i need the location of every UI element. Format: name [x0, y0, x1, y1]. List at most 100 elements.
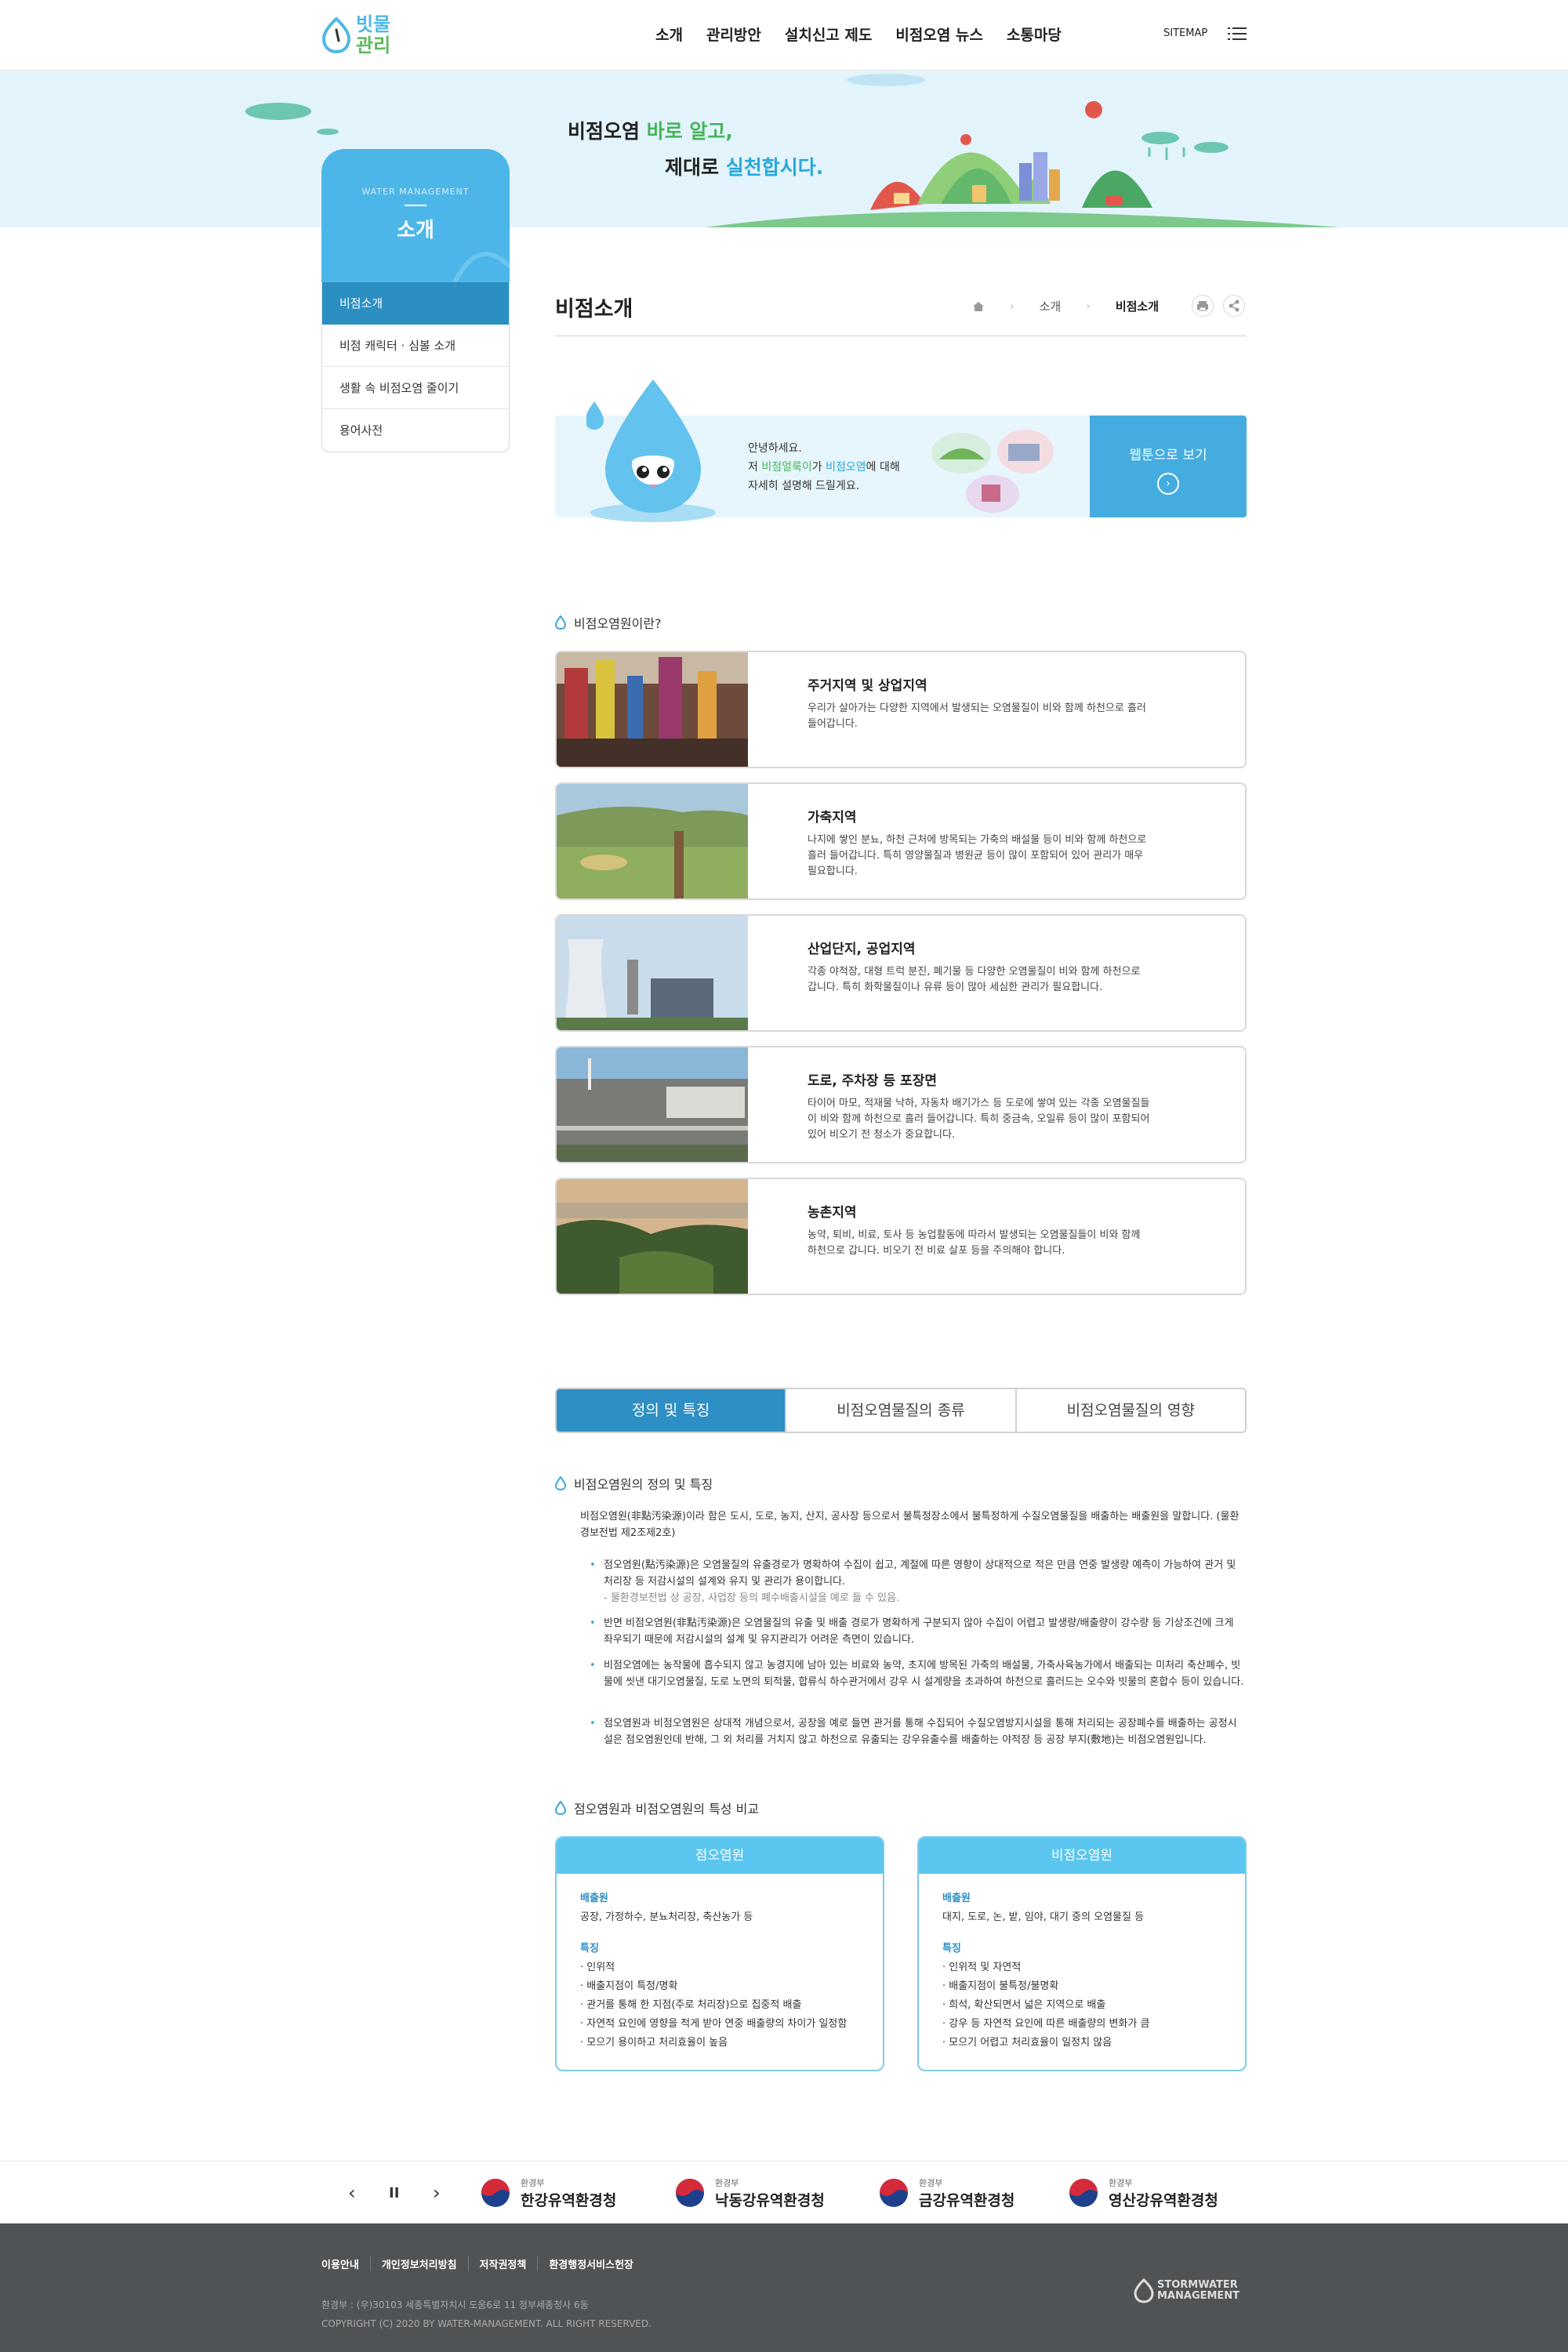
definition-bullet-text: 반면 비점오염원(非點汚染源)은 오염물질의 유출 및 배출 경로가 명확하게 … — [604, 1617, 1234, 1646]
gnb-management[interactable]: 관리방안 — [706, 24, 761, 45]
chevron-right-icon[interactable]: › — [433, 2182, 441, 2204]
source-card: 농촌지역 농약, 퇴비, 비료, 토사 등 농업활동에 따라서 발생되는 오염물… — [555, 1178, 1247, 1295]
source-card: 주거지역 및 상업지역 우리가 살아가는 다양한 지역에서 발생되는 오염물질이… — [555, 651, 1247, 768]
source-card: 가축지역 나지에 쌓인 분뇨, 하천 근처에 방목되는 가축의 배설물 등이 비… — [555, 782, 1247, 900]
hero-line2-b: 실천합시다. — [725, 156, 824, 179]
org-name: 금강유역환경청 — [919, 2191, 1015, 2209]
water-drop-logo-icon — [1134, 2278, 1154, 2303]
mascot-water-drop-icon — [586, 379, 716, 522]
related-org-link[interactable]: 환경부 한강유역환경청 — [480, 2177, 616, 2209]
home-icon[interactable] — [972, 301, 985, 312]
tab-definition[interactable]: 정의 및 특징 — [557, 1389, 787, 1432]
lnb-item-character[interactable]: 비점 캐릭터 · 심볼 소개 — [322, 325, 509, 367]
footer-link-privacy[interactable]: 개인정보처리방침 — [369, 2256, 468, 2271]
org-ministry: 환경부 — [715, 2177, 739, 2188]
feature-item: · 배출지점이 특정/명확 — [580, 1980, 678, 1992]
feature-item: · 모으기 어렵고 처리효율이 일정치 않음 — [942, 2037, 1112, 2049]
hero-illustration — [245, 74, 1341, 227]
banner-line2-e: 에 대해 — [866, 461, 900, 474]
definition-bullet: 반면 비점오염원(非點汚染源)은 오염물질의 유출 및 배출 경로가 명확하게 … — [590, 1615, 1245, 1648]
point-source-box: 점오염원 배출원 공장, 가정하수, 분뇨처리장, 축산농가 등 특징 · 인위… — [555, 1836, 884, 2071]
related-org-link[interactable]: 환경부 낙동강유역환경청 — [674, 2177, 825, 2209]
lnb-menu: 비점소개 비점 캐릭터 · 심볼 소개 생활 속 비점오염 줄이기 용어사전 — [321, 282, 510, 452]
feature-item: · 배출지점이 불특정/불명확 — [942, 1980, 1059, 1992]
related-org-link[interactable]: 환경부 영산강유역환경청 — [1068, 2177, 1218, 2209]
feature-item: · 관거를 통해 한 지점(주로 처리장)으로 집중적 배출 — [580, 1999, 802, 2011]
source-card-desc: 우리가 살아가는 다양한 지역에서 발생되는 오염물질이 비와 함께 하천으로 … — [808, 702, 1146, 730]
pause-icon[interactable]: II — [389, 2185, 399, 2201]
hero-line1-a: 비점오염 — [568, 120, 647, 143]
lnb-item-dictionary[interactable]: 용어사전 — [322, 409, 509, 452]
residential-area-photo — [557, 652, 748, 767]
definition-intro: 비점오염원(非點汚染源)이라 함은 도시, 도로, 농지, 산지, 공사장 등으… — [580, 1511, 1240, 1539]
page-title: 비점소개 — [555, 297, 633, 321]
source-value: 대지, 도로, 논, 밭, 임야, 대기 중의 오염물질 등 — [942, 1911, 1145, 1923]
site-footer: 이용안내 개인정보처리방침 저작권정책 환경행정서비스헌장 환경부 : (우)3… — [0, 2223, 1568, 2352]
banner-line2: 저 비점얼룩이가 비점오염에 대해 — [748, 458, 900, 477]
content-tabs: 정의 및 특징 비점오염물질의 종류 비점오염물질의 영향 — [555, 1388, 1247, 1433]
hero-slogan-line2: 제대로 실천합시다. — [665, 152, 823, 180]
footer-info: 환경부 : (우)30103 세종특별자치시 도움6로 11 정부세종청사 6동… — [321, 2296, 652, 2333]
footer-links: 이용안내 개인정보처리방침 저작권정책 환경행정서비스헌장 — [321, 2256, 644, 2271]
source-card-title: 주거지역 및 상업지역 — [808, 678, 927, 694]
footer-logo-line2: MANAGEMENT — [1157, 2290, 1240, 2302]
logo-line1: 빗물 — [356, 13, 391, 35]
gnb-install-report[interactable]: 설치신고 제도 — [785, 24, 873, 45]
tab-pollutant-effects[interactable]: 비점오염물질의 영향 — [1016, 1389, 1245, 1432]
site-header: 빗물 관리 소개 관리방안 설치신고 제도 비점오염 뉴스 소통마당 SITEM… — [0, 0, 1568, 71]
banner-character-name: 비점얼룩이 — [761, 461, 812, 474]
org-name: 영산강유역환경청 — [1109, 2191, 1218, 2209]
source-card-title: 가축지역 — [808, 810, 857, 826]
org-name: 한강유역환경청 — [521, 2191, 617, 2209]
lnb-item-reduce[interactable]: 생활 속 비점오염 줄이기 — [322, 367, 509, 409]
breadcrumb-chevron-icon: › — [1010, 299, 1014, 313]
share-button[interactable] — [1223, 295, 1245, 317]
tab-pollutant-types[interactable]: 비점오염물질의 종류 — [786, 1389, 1017, 1432]
gnb-news[interactable]: 비점오염 뉴스 — [895, 24, 983, 45]
chevron-left-icon[interactable]: ‹ — [348, 2182, 356, 2204]
hamburger-menu-icon[interactable] — [1228, 27, 1247, 41]
printer-icon — [1197, 301, 1208, 311]
banner-pollution-illustration — [931, 430, 1054, 513]
source-value: 공장, 가정하수, 분뇨처리장, 축산농가 등 — [580, 1911, 753, 1923]
banner-line1: 안녕하세요. — [748, 442, 802, 455]
section-title-sources: 비점오염원이란? — [555, 613, 662, 632]
definition-bullet-note: - 물환경보전법 상 공장, 사업장 등의 폐수배출시설을 예로 들 수 있음. — [604, 1592, 900, 1604]
feature-label: 특징 — [580, 1943, 599, 1955]
gnb-intro[interactable]: 소개 — [655, 24, 683, 45]
definition-bullet: 점오염원과 비점오염원은 상대적 개념으로서, 공장을 예로 들면 관거를 통해… — [590, 1715, 1245, 1748]
arrow-right-circle-icon: › — [1157, 473, 1179, 495]
point-source-body: 배출원 공장, 가정하수, 분뇨처리장, 축산농가 등 특징 · 인위적 · 배… — [557, 1874, 883, 2068]
breadcrumb-item[interactable]: 소개 — [1040, 298, 1062, 314]
related-org-link[interactable]: 환경부 금강유역환경청 — [878, 2177, 1014, 2209]
lnb-decoration — [452, 252, 510, 282]
banner-line3: 자세히 설명해 드릴게요. — [748, 480, 860, 492]
footer-address: 환경부 : (우)30103 세종특별자치시 도움6로 11 정부세종청사 6동 — [321, 2299, 589, 2310]
definition-bullet: 점오염원(點汚染源)은 오염물질의 유출경로가 명확하여 수집이 쉽고, 계절에… — [590, 1557, 1245, 1606]
livestock-area-photo — [557, 784, 748, 898]
water-drop-logo-icon — [321, 16, 351, 53]
logo-line2: 관리 — [356, 34, 391, 56]
source-card: 산업단지, 공업지역 각종 야적장, 대형 트럭 분진, 폐기물 등 다양한 오… — [555, 914, 1247, 1032]
water-drop-bullet-icon — [555, 615, 566, 630]
point-source-header: 점오염원 — [557, 1838, 883, 1874]
print-button[interactable] — [1192, 295, 1214, 317]
government-emblem-icon — [481, 2179, 510, 2207]
definition-bullet-text: 비점오염에는 농작물에 흡수되지 않고 농경지에 남아 있는 비료와 농약, 초… — [604, 1660, 1244, 1688]
gnb-community[interactable]: 소통마당 — [1007, 24, 1062, 45]
related-sites-bar: ‹ II › 환경부 한강유역환경청 환경부 낙동강유역환경청 환경부 금강유역환경청… — [0, 2161, 1568, 2223]
hero-slogan-line1: 비점오염 바로 알고, — [568, 116, 733, 144]
footer-link-guide[interactable]: 이용안내 — [321, 2256, 370, 2271]
webtoon-button[interactable]: 웹툰으로 보기 › — [1090, 416, 1247, 517]
footer-link-copyright[interactable]: 저작권정책 — [467, 2256, 538, 2271]
lnb-item-intro[interactable]: 비점소개 — [322, 282, 509, 325]
site-logo[interactable]: 빗물 관리 — [321, 14, 408, 58]
government-emblem-icon — [1069, 2179, 1098, 2207]
hero-line2-a: 제대로 — [665, 156, 726, 179]
section-title-text: 비점오염원의 정의 및 특징 — [574, 1477, 713, 1492]
footer-link-charter[interactable]: 환경행정서비스헌장 — [537, 2256, 644, 2271]
sitemap-link[interactable]: SITEMAP — [1163, 27, 1207, 39]
farm-village-photo — [557, 1179, 748, 1294]
banner-line2-a: 저 — [748, 461, 762, 474]
section-title-compare: 점오염원과 비점오염원의 특성 비교 — [555, 1798, 759, 1817]
